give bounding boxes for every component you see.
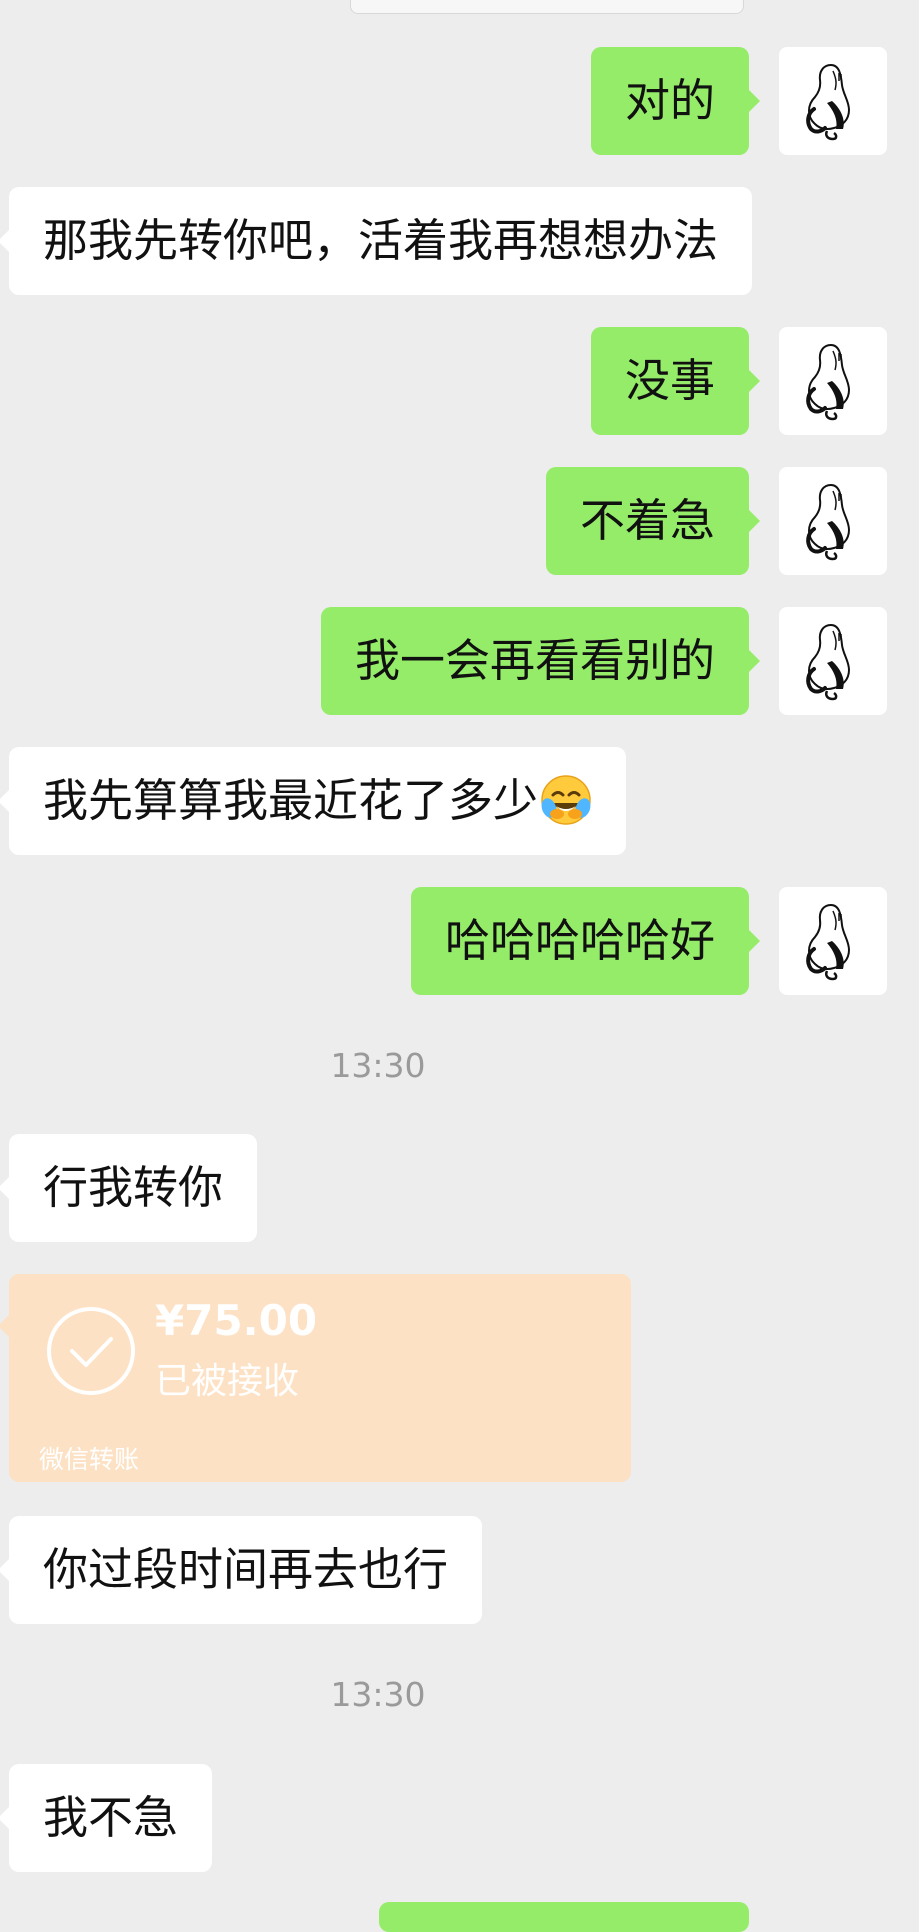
- top-notice-sliver: [350, 0, 744, 14]
- incoming-message-bubble[interactable]: 你过段时间再去也行: [0, 1516, 483, 1624]
- transfer-label: 微信转账: [39, 1445, 140, 1474]
- checkmark-circle-icon: [47, 1307, 135, 1395]
- incoming-message-bubble[interactable]: 行我转你: [0, 1134, 258, 1242]
- outgoing-message-bubble[interactable]: 不着急: [545, 467, 761, 575]
- avatar[interactable]: [779, 327, 887, 435]
- incoming-message-bubble[interactable]: 我先算算我最近花了多少: [0, 747, 627, 855]
- sketch-figure-avatar-icon: [806, 903, 851, 981]
- incoming-message-bubble[interactable]: 那我先转你吧，活着我再想想办法: [0, 187, 753, 295]
- outgoing-message-bubble[interactable]: 没事: [590, 327, 761, 435]
- avatar[interactable]: [779, 47, 887, 155]
- timestamp: 13:30: [330, 1675, 426, 1714]
- timestamp: 13:30: [330, 1046, 426, 1085]
- message-text: 我先算算我最近花了多少: [43, 774, 539, 827]
- chat-window: 对的 那我先转你吧，活着我再想想办法 没事 不着急 我一会再看看别的 我先算算我…: [0, 0, 919, 1932]
- outgoing-message-bubble[interactable]: 对的: [590, 47, 761, 155]
- outgoing-message-bubble[interactable]: 哈哈哈哈哈好: [410, 887, 761, 995]
- outgoing-message-bubble-partial[interactable]: [379, 1902, 749, 1932]
- avatar[interactable]: [779, 887, 887, 995]
- crying-laughing-emoji-icon: [541, 775, 591, 825]
- incoming-message-bubble[interactable]: 我不急: [0, 1764, 213, 1872]
- transfer-card[interactable]: ¥75.00 已被接收 微信转账: [0, 1274, 631, 1482]
- sketch-figure-avatar-icon: [806, 623, 851, 701]
- avatar[interactable]: [779, 607, 887, 715]
- sketch-figure-avatar-icon: [806, 343, 851, 421]
- transfer-status: 已被接收: [155, 1361, 300, 1402]
- outgoing-message-bubble[interactable]: 我一会再看看别的: [320, 607, 761, 715]
- transfer-amount: ¥75.00: [155, 1296, 318, 1345]
- sketch-figure-avatar-icon: [806, 483, 851, 561]
- avatar[interactable]: [779, 467, 887, 575]
- sketch-figure-avatar-icon: [806, 63, 851, 141]
